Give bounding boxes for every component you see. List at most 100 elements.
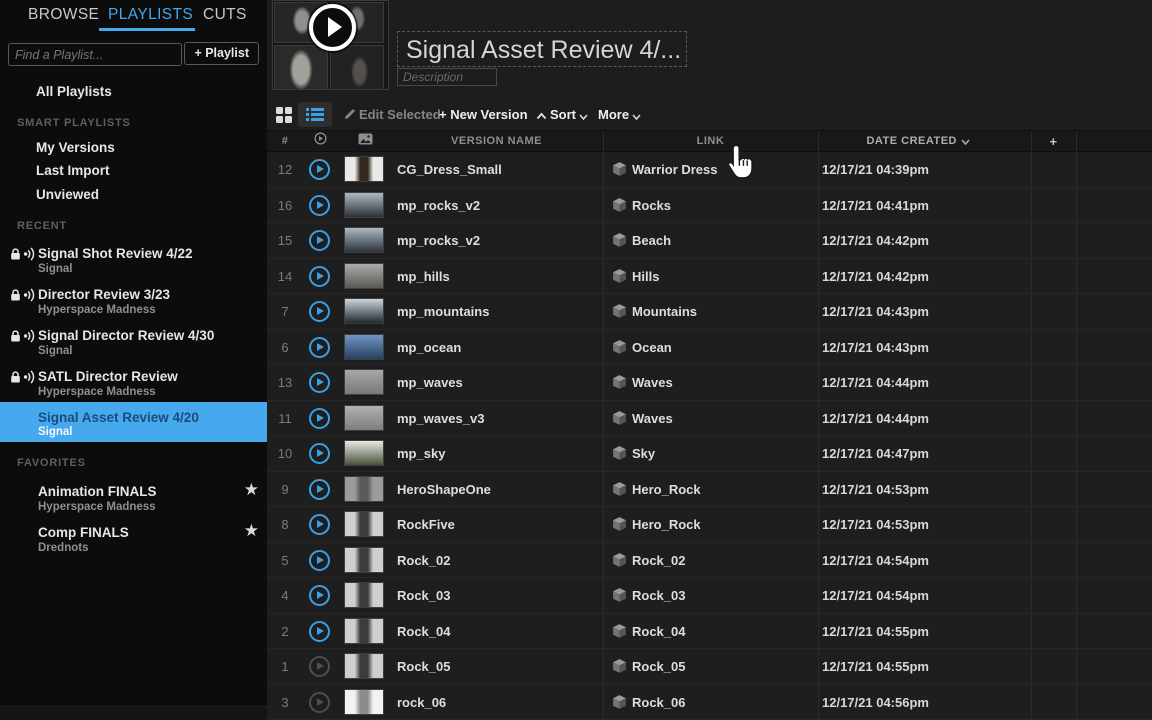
play-version-button[interactable] <box>309 514 330 535</box>
version-name[interactable]: HeroShapeOne <box>397 472 491 507</box>
version-thumbnail[interactable] <box>344 192 384 218</box>
version-thumbnail[interactable] <box>344 405 384 431</box>
column-header-version-name[interactable]: VERSION NAME <box>390 131 603 152</box>
version-name[interactable]: CG_Dress_Small <box>397 152 502 187</box>
table-row[interactable]: 4Rock_03Rock_0312/17/21 04:54pm <box>267 578 1152 614</box>
link-cell[interactable]: Rock_04 <box>612 614 685 649</box>
version-thumbnail[interactable] <box>344 547 384 573</box>
play-version-button[interactable] <box>309 372 330 393</box>
version-thumbnail[interactable] <box>344 334 384 360</box>
version-name[interactable]: mp_hills <box>397 259 450 294</box>
tab-cuts[interactable]: CUTS <box>203 6 247 24</box>
play-version-button[interactable] <box>309 301 330 322</box>
table-row[interactable]: 14mp_hillsHills12/17/21 04:42pm <box>267 259 1152 295</box>
add-column-button[interactable]: + <box>1031 131 1076 152</box>
tab-browse[interactable]: BROWSE <box>28 6 99 24</box>
link-cell[interactable]: Waves <box>612 401 673 436</box>
play-version-button[interactable] <box>309 656 330 677</box>
play-version-button[interactable] <box>309 692 330 713</box>
new-version-button[interactable]: + New Version <box>439 98 528 131</box>
table-row[interactable]: 7mp_mountainsMountains12/17/21 04:43pm <box>267 294 1152 330</box>
sidebar-playlist-item[interactable]: Signal Director Review 4/30Signal <box>0 328 267 369</box>
version-name[interactable]: Rock_02 <box>397 543 450 578</box>
link-cell[interactable]: Rock_05 <box>612 649 685 684</box>
search-input[interactable] <box>8 43 182 66</box>
sidebar-playlist-item[interactable]: Director Review 3/23Hyperspace Madness <box>0 287 267 328</box>
version-thumbnail[interactable] <box>344 511 384 537</box>
table-row[interactable]: 8RockFiveHero_Rock12/17/21 04:53pm <box>267 507 1152 543</box>
sidebar-item-all-playlists[interactable]: All Playlists <box>36 84 112 99</box>
sidebar-playlist-item[interactable]: Animation FINALSHyperspace Madness★ <box>0 484 267 525</box>
version-name[interactable]: Rock_04 <box>397 614 450 649</box>
version-name[interactable]: mp_waves <box>397 365 463 400</box>
add-playlist-button[interactable]: + Playlist <box>184 42 259 65</box>
link-cell[interactable]: Hills <box>612 259 659 294</box>
sidebar-playlist-item[interactable]: Comp FINALSDrednots★ <box>0 525 267 566</box>
version-thumbnail[interactable] <box>344 476 384 502</box>
link-cell[interactable]: Hero_Rock <box>612 507 701 542</box>
grid-view-button[interactable] <box>276 107 292 123</box>
table-row[interactable]: 13mp_wavesWaves12/17/21 04:44pm <box>267 365 1152 401</box>
link-cell[interactable]: Sky <box>612 436 655 471</box>
sidebar-playlist-item[interactable]: Signal Asset Review 4/20Signal <box>0 402 267 442</box>
table-row[interactable]: 6mp_oceanOcean12/17/21 04:43pm <box>267 330 1152 366</box>
play-version-button[interactable] <box>309 443 330 464</box>
version-thumbnail[interactable] <box>344 618 384 644</box>
play-version-button[interactable] <box>309 337 330 358</box>
column-header-link[interactable]: LINK <box>603 131 818 152</box>
play-playlist-button[interactable] <box>309 4 356 51</box>
playlist-title-field[interactable]: Signal Asset Review 4/... <box>397 31 687 67</box>
sort-button[interactable]: Sort <box>533 98 591 131</box>
playlist-description-field[interactable] <box>397 68 497 86</box>
version-name[interactable]: RockFive <box>397 507 455 542</box>
version-thumbnail[interactable] <box>344 653 384 679</box>
link-cell[interactable]: Rock_06 <box>612 685 685 720</box>
link-cell[interactable]: Rock_02 <box>612 543 685 578</box>
version-thumbnail[interactable] <box>344 689 384 715</box>
play-version-button[interactable] <box>309 408 330 429</box>
version-thumbnail[interactable] <box>344 298 384 324</box>
link-cell[interactable]: Ocean <box>612 330 672 365</box>
play-version-button[interactable] <box>309 266 330 287</box>
table-row[interactable]: 16mp_rocks_v2Rocks12/17/21 04:41pm <box>267 188 1152 224</box>
link-cell[interactable]: Hero_Rock <box>612 472 701 507</box>
version-name[interactable]: rock_06 <box>397 685 446 720</box>
version-name[interactable]: mp_rocks_v2 <box>397 223 480 258</box>
table-row[interactable]: 1Rock_05Rock_0512/17/21 04:55pm <box>267 649 1152 685</box>
version-thumbnail[interactable] <box>344 440 384 466</box>
link-cell[interactable]: Rock_03 <box>612 578 685 613</box>
favorite-star-icon[interactable]: ★ <box>244 521 259 541</box>
version-name[interactable]: Rock_05 <box>397 649 450 684</box>
link-cell[interactable]: Waves <box>612 365 673 400</box>
table-row[interactable]: 3rock_06Rock_0612/17/21 04:56pm <box>267 685 1152 720</box>
version-name[interactable]: mp_mountains <box>397 294 489 329</box>
play-version-button[interactable] <box>309 230 330 251</box>
play-version-button[interactable] <box>309 195 330 216</box>
version-name[interactable]: Rock_03 <box>397 578 450 613</box>
version-name[interactable]: mp_ocean <box>397 330 461 365</box>
play-version-button[interactable] <box>309 585 330 606</box>
table-row[interactable]: 10mp_skySky12/17/21 04:47pm <box>267 436 1152 472</box>
sidebar-item-my-versions[interactable]: My Versions <box>36 140 115 155</box>
table-row[interactable]: 2Rock_04Rock_0412/17/21 04:55pm <box>267 614 1152 650</box>
version-thumbnail[interactable] <box>344 369 384 395</box>
version-name[interactable]: mp_rocks_v2 <box>397 188 480 223</box>
play-version-button[interactable] <box>309 621 330 642</box>
version-thumbnail[interactable] <box>344 582 384 608</box>
version-name[interactable]: mp_waves_v3 <box>397 401 484 436</box>
column-header-date-created[interactable]: DATE CREATED <box>818 131 1018 152</box>
tab-playlists[interactable]: PLAYLISTS <box>108 6 193 24</box>
play-version-button[interactable] <box>309 550 330 571</box>
table-row[interactable]: 15mp_rocks_v2Beach12/17/21 04:42pm <box>267 223 1152 259</box>
table-row[interactable]: 12CG_Dress_SmallWarrior Dress12/17/21 04… <box>267 152 1152 188</box>
version-thumbnail[interactable] <box>344 156 384 182</box>
table-row[interactable]: 11mp_waves_v3Waves12/17/21 04:44pm <box>267 401 1152 437</box>
sidebar-playlist-item[interactable]: Signal Shot Review 4/22Signal <box>0 246 267 287</box>
link-cell[interactable]: Beach <box>612 223 671 258</box>
link-cell[interactable]: Mountains <box>612 294 697 329</box>
table-row[interactable]: 9HeroShapeOneHero_Rock12/17/21 04:53pm <box>267 472 1152 508</box>
list-view-button[interactable] <box>298 102 332 127</box>
version-name[interactable]: mp_sky <box>397 436 445 471</box>
favorite-star-icon[interactable]: ★ <box>244 480 259 500</box>
sidebar-item-unviewed[interactable]: Unviewed <box>36 187 99 202</box>
